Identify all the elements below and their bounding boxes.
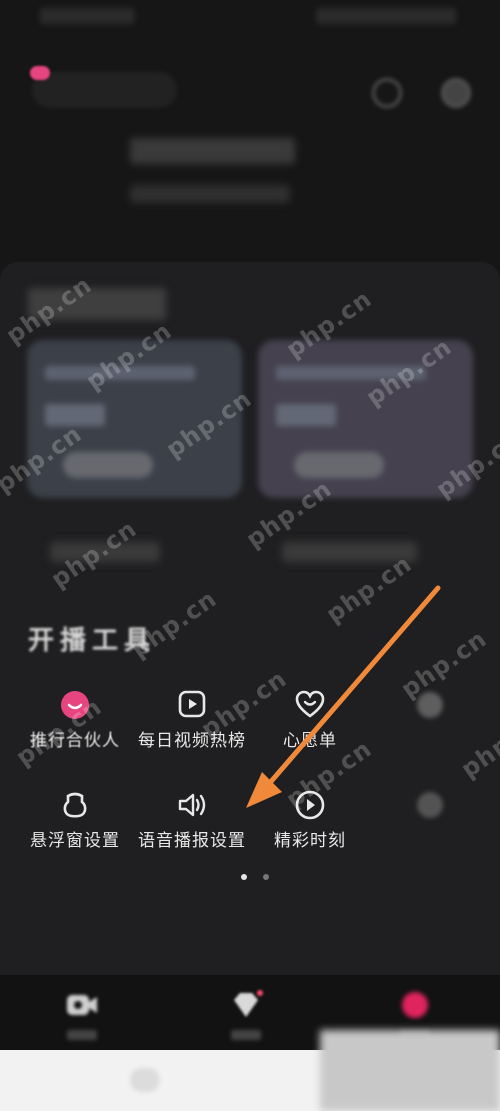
account-name-blurred[interactable]: [130, 138, 295, 164]
pixelated-corner: [320, 1030, 500, 1111]
tool-blurred-2[interactable]: [370, 788, 490, 826]
page-indicator: [241, 874, 271, 884]
live-record-icon: [402, 992, 428, 1018]
video-camera-icon: [67, 995, 97, 1015]
tab-center[interactable]: [216, 990, 276, 1040]
tool-blurred-1[interactable]: [370, 688, 490, 726]
tool-label: 语音播报设置: [138, 831, 246, 851]
tab-video[interactable]: [52, 990, 112, 1040]
tool-voice-broadcast-settings[interactable]: 语音播报设置: [132, 788, 252, 851]
status-bar-right-blurred: [316, 8, 456, 24]
status-bar: [0, 0, 500, 36]
system-home-icon[interactable]: [130, 1068, 160, 1092]
speaker-icon: [178, 793, 206, 817]
tool-label: 悬浮窗设置: [30, 831, 120, 851]
blurred-tool-icon: [417, 792, 443, 818]
account-stats-blurred: [130, 185, 290, 203]
page-dot-active: [241, 874, 247, 880]
settings-icon[interactable]: [441, 78, 471, 108]
tool-label: 精彩时刻: [274, 831, 346, 851]
page-dot: [263, 874, 269, 880]
tool-label: 每日视频热榜: [138, 731, 246, 751]
header-action-icon[interactable]: [372, 78, 402, 108]
profile-badge: [30, 66, 50, 80]
gem-icon: [234, 990, 263, 1017]
floating-window-icon: [63, 792, 87, 818]
heart-icon: [295, 690, 325, 718]
status-bar-left-blurred: [40, 8, 135, 24]
profile-pill-blurred[interactable]: [32, 72, 177, 108]
tool-floating-window-settings[interactable]: 悬浮窗设置: [15, 788, 135, 851]
